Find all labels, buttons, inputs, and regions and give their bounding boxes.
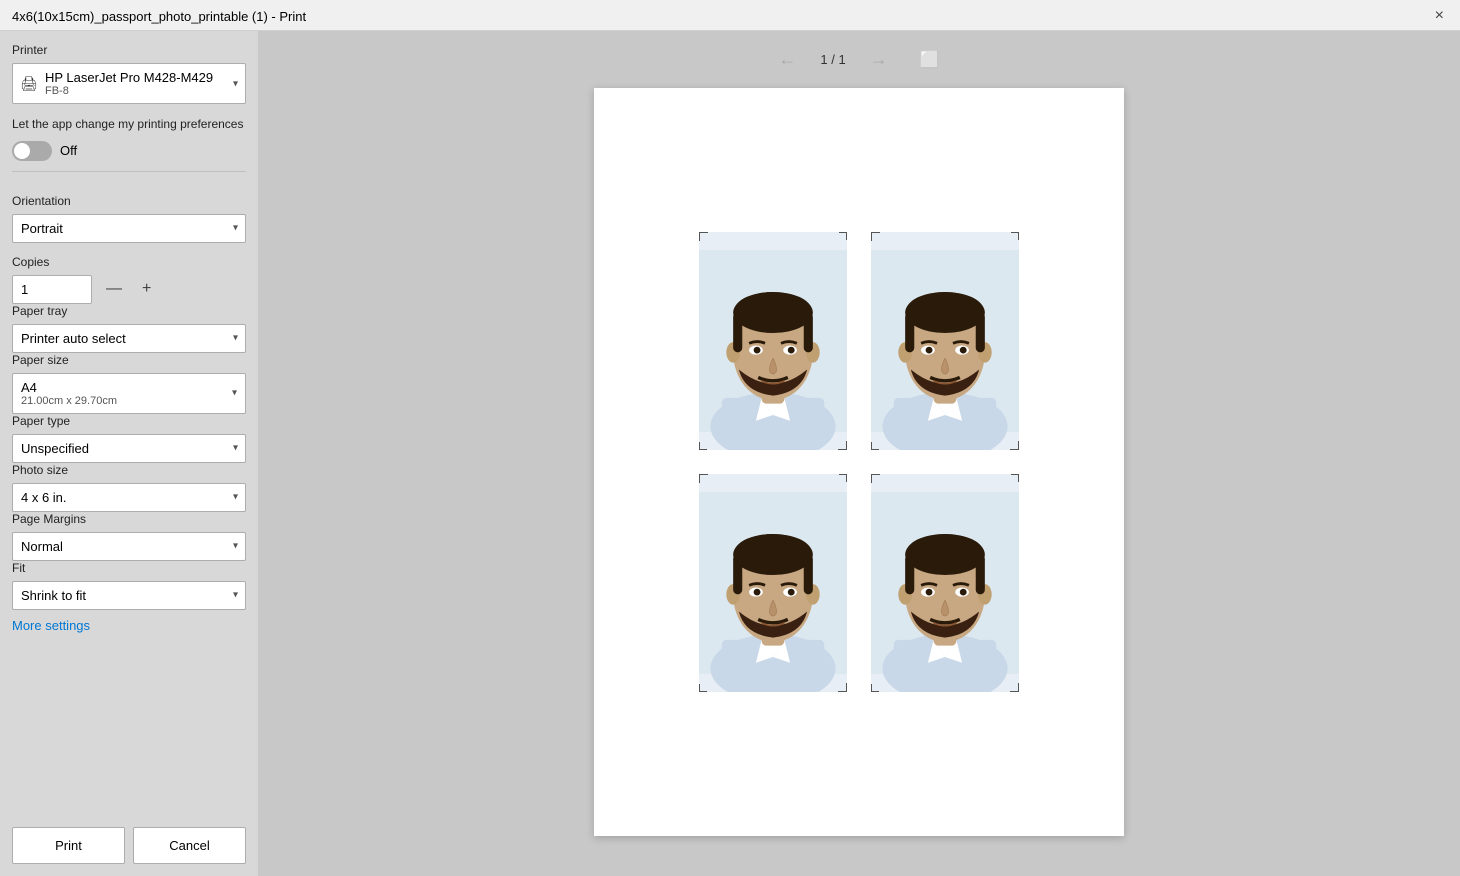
paper-type-select-wrapper[interactable]: Unspecified Plain Photo ▾ bbox=[12, 434, 246, 463]
preferences-label: Let the app change my printing preferenc… bbox=[12, 116, 246, 133]
window-title: 4x6(10x15cm)_passport_photo_printable (1… bbox=[12, 9, 306, 24]
paper-type-label: Paper type bbox=[12, 414, 246, 428]
title-bar: 4x6(10x15cm)_passport_photo_printable (1… bbox=[0, 0, 1460, 31]
more-settings-link[interactable]: More settings bbox=[12, 618, 246, 633]
fit-select-wrapper[interactable]: Shrink to fit Fill page Actual size ▾ bbox=[12, 581, 246, 610]
toggle-row: Off bbox=[12, 141, 246, 161]
fit-label: Fit bbox=[12, 561, 246, 575]
passport-photo-3 bbox=[699, 474, 847, 692]
orientation-select[interactable]: Portrait Landscape bbox=[12, 214, 246, 243]
paper-tray-section: Paper tray Printer auto select ▾ bbox=[12, 304, 246, 353]
print-button[interactable]: Print bbox=[12, 827, 125, 864]
preview-nav: ← 1 / 1 → ⬜ bbox=[770, 47, 947, 72]
printer-name: HP LaserJet Pro M428-M429 bbox=[45, 70, 217, 85]
corner-bl-3 bbox=[699, 684, 707, 692]
divider-1 bbox=[12, 171, 246, 172]
copies-decrease-button[interactable]: — bbox=[100, 279, 128, 299]
paper-type-select[interactable]: Unspecified Plain Photo bbox=[12, 434, 246, 463]
photo-size-section: Photo size 4 x 6 in. 5 x 7 in. 8 x 10 in… bbox=[12, 463, 246, 512]
photo-cell-4 bbox=[871, 474, 1019, 692]
paper-size-value: A4 bbox=[21, 380, 217, 395]
photo-size-label: Photo size bbox=[12, 463, 246, 477]
right-panel: ← 1 / 1 → ⬜ bbox=[258, 31, 1460, 876]
fullscreen-button[interactable]: ⬜ bbox=[912, 48, 948, 72]
photo-cell-3 bbox=[699, 474, 847, 692]
paper-tray-select[interactable]: Printer auto select bbox=[12, 324, 246, 353]
corner-tr-3 bbox=[839, 474, 847, 482]
copies-label: Copies bbox=[12, 255, 246, 269]
close-button[interactable]: × bbox=[1431, 8, 1448, 24]
orientation-section: Orientation Portrait Landscape ▾ bbox=[12, 194, 246, 243]
main-layout: Printer 🖨 HP LaserJet Pro M428-M429 FB-8… bbox=[0, 31, 1460, 876]
copies-control: 1 — + bbox=[12, 275, 246, 304]
left-panel: Printer 🖨 HP LaserJet Pro M428-M429 FB-8… bbox=[0, 31, 258, 876]
preferences-toggle[interactable] bbox=[12, 141, 52, 161]
passport-photo-1 bbox=[699, 232, 847, 450]
paper-size-label: Paper size bbox=[12, 353, 246, 367]
preferences-section: Let the app change my printing preferenc… bbox=[12, 116, 246, 161]
page-margins-label: Page Margins bbox=[12, 512, 246, 526]
corner-tr-1 bbox=[839, 232, 847, 240]
photo-size-select[interactable]: 4 x 6 in. 5 x 7 in. 8 x 10 in. bbox=[12, 483, 246, 512]
corner-tr-4 bbox=[1011, 474, 1019, 482]
page-margins-select[interactable]: Normal Narrow Wide bbox=[12, 532, 246, 561]
printer-selector[interactable]: 🖨 HP LaserJet Pro M428-M429 FB-8 ▾ bbox=[12, 63, 246, 104]
photo-cell-2 bbox=[871, 232, 1019, 450]
fit-select[interactable]: Shrink to fit Fill page Actual size bbox=[12, 581, 246, 610]
printer-label: Printer bbox=[12, 43, 246, 57]
paper-type-section: Paper type Unspecified Plain Photo ▾ bbox=[12, 414, 246, 463]
photo-grid bbox=[699, 232, 1019, 692]
page-margins-select-wrapper[interactable]: Normal Narrow Wide ▾ bbox=[12, 532, 246, 561]
button-row: Print Cancel bbox=[12, 811, 246, 864]
paper-preview bbox=[594, 88, 1124, 836]
prev-page-button[interactable]: ← bbox=[770, 47, 804, 72]
copies-increase-button[interactable]: + bbox=[136, 279, 157, 299]
page-margins-section: Page Margins Normal Narrow Wide ▾ bbox=[12, 512, 246, 561]
printer-select-display[interactable]: HP LaserJet Pro M428-M429 FB-8 bbox=[12, 63, 246, 104]
copies-input[interactable]: 1 bbox=[12, 275, 92, 304]
corner-bl-2 bbox=[871, 442, 879, 450]
corner-bl-4 bbox=[871, 684, 879, 692]
paper-size-chevron-icon: ▾ bbox=[232, 388, 237, 399]
toggle-label: Off bbox=[60, 143, 77, 158]
copies-section: Copies 1 — + bbox=[12, 255, 246, 304]
photo-cell-1 bbox=[699, 232, 847, 450]
paper-size-sub: 21.00cm x 29.70cm bbox=[21, 395, 217, 407]
passport-photo-2 bbox=[871, 232, 1019, 450]
passport-photo-4 bbox=[871, 474, 1019, 692]
page-indicator: 1 / 1 bbox=[820, 52, 845, 67]
printer-model: FB-8 bbox=[45, 85, 217, 97]
corner-tr-2 bbox=[1011, 232, 1019, 240]
orientation-label: Orientation bbox=[12, 194, 246, 208]
paper-size-section: Paper size A4 21.00cm x 29.70cm ▾ bbox=[12, 353, 246, 414]
corner-bl-1 bbox=[699, 442, 707, 450]
paper-tray-label: Paper tray bbox=[12, 304, 246, 318]
paper-size-select[interactable]: A4 21.00cm x 29.70cm ▾ bbox=[12, 373, 246, 414]
cancel-button[interactable]: Cancel bbox=[133, 827, 246, 864]
paper-tray-select-wrapper[interactable]: Printer auto select ▾ bbox=[12, 324, 246, 353]
next-page-button[interactable]: → bbox=[862, 47, 896, 72]
orientation-select-wrapper[interactable]: Portrait Landscape ▾ bbox=[12, 214, 246, 243]
fit-section: Fit Shrink to fit Fill page Actual size … bbox=[12, 561, 246, 610]
photo-size-select-wrapper[interactable]: 4 x 6 in. 5 x 7 in. 8 x 10 in. ▾ bbox=[12, 483, 246, 512]
